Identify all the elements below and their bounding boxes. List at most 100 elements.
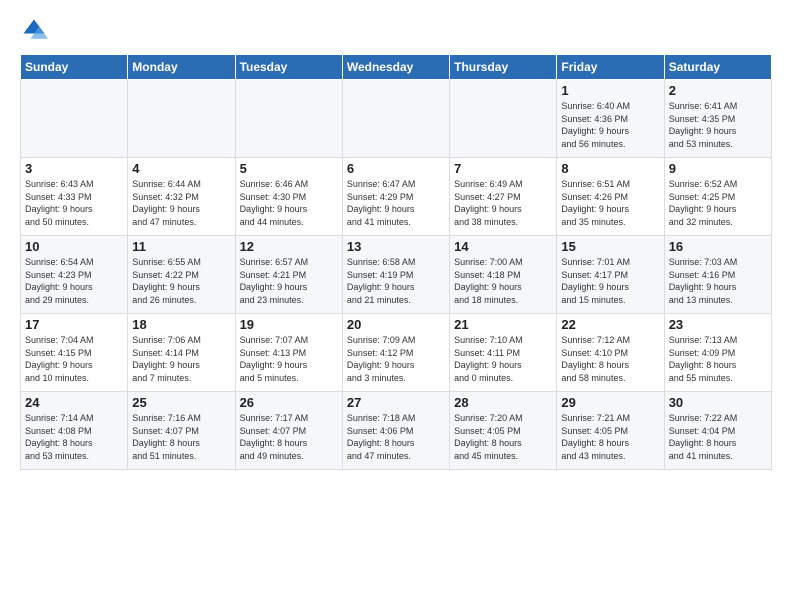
day-number: 10 <box>25 239 123 254</box>
day-number: 18 <box>132 317 230 332</box>
day-info: Sunrise: 6:47 AM Sunset: 4:29 PM Dayligh… <box>347 178 445 228</box>
calendar-cell: 30 Sunrise: 7:22 AM Sunset: 4:04 PM Dayli… <box>664 392 771 470</box>
day-number: 19 <box>240 317 338 332</box>
calendar-week-2: 3 Sunrise: 6:43 AM Sunset: 4:33 PM Daylig… <box>21 158 772 236</box>
calendar-cell: 28Sunrise: 7:20 AM Sunset: 4:05 PM Dayli… <box>450 392 557 470</box>
calendar-cell: 23Sunrise: 7:13 AM Sunset: 4:09 PM Dayli… <box>664 314 771 392</box>
calendar-body: 1 Sunrise: 6:40 AM Sunset: 4:36 PM Daylig… <box>21 80 772 470</box>
day-info: Sunrise: 6:40 AM Sunset: 4:36 PM Dayligh… <box>561 100 659 150</box>
calendar-cell: 7 Sunrise: 6:49 AM Sunset: 4:27 PM Daylig… <box>450 158 557 236</box>
calendar-cell: 15 Sunrise: 7:01 AM Sunset: 4:17 PM Dayli… <box>557 236 664 314</box>
calendar-week-3: 10 Sunrise: 6:54 AM Sunset: 4:23 PM Dayli… <box>21 236 772 314</box>
day-number: 9 <box>669 161 767 176</box>
logo <box>20 16 52 44</box>
logo-icon <box>20 16 48 44</box>
day-info: Sunrise: 6:41 AM Sunset: 4:35 PM Dayligh… <box>669 100 767 150</box>
calendar-cell: 4Sunrise: 6:44 AM Sunset: 4:32 PM Daylig… <box>128 158 235 236</box>
calendar-header-row: SundayMondayTuesdayWednesdayThursdayFrid… <box>21 55 772 80</box>
weekday-header-wednesday: Wednesday <box>342 55 449 80</box>
day-info: Sunrise: 7:03 AM Sunset: 4:16 PM Dayligh… <box>669 256 767 306</box>
calendar-cell: 14Sunrise: 7:00 AM Sunset: 4:18 PM Dayli… <box>450 236 557 314</box>
page: SundayMondayTuesdayWednesdayThursdayFrid… <box>0 0 792 612</box>
calendar-cell: 9 Sunrise: 6:52 AM Sunset: 4:25 PM Daylig… <box>664 158 771 236</box>
day-number: 29 <box>561 395 659 410</box>
day-number: 6 <box>347 161 445 176</box>
day-info: Sunrise: 6:49 AM Sunset: 4:27 PM Dayligh… <box>454 178 552 228</box>
day-info: Sunrise: 7:09 AM Sunset: 4:12 PM Dayligh… <box>347 334 445 384</box>
day-number: 3 <box>25 161 123 176</box>
weekday-header-sunday: Sunday <box>21 55 128 80</box>
calendar-week-5: 24 Sunrise: 7:14 AM Sunset: 4:08 PM Dayli… <box>21 392 772 470</box>
day-number: 20 <box>347 317 445 332</box>
day-info: Sunrise: 6:58 AM Sunset: 4:19 PM Dayligh… <box>347 256 445 306</box>
weekday-header-thursday: Thursday <box>450 55 557 80</box>
calendar-cell: 10 Sunrise: 6:54 AM Sunset: 4:23 PM Dayli… <box>21 236 128 314</box>
day-number: 17 <box>25 317 123 332</box>
day-info: Sunrise: 6:46 AM Sunset: 4:30 PM Dayligh… <box>240 178 338 228</box>
day-info: Sunrise: 6:43 AM Sunset: 4:33 PM Dayligh… <box>25 178 123 228</box>
day-number: 24 <box>25 395 123 410</box>
calendar-cell: 3 Sunrise: 6:43 AM Sunset: 4:33 PM Daylig… <box>21 158 128 236</box>
day-number: 13 <box>347 239 445 254</box>
calendar-cell: 17 Sunrise: 7:04 AM Sunset: 4:15 PM Dayli… <box>21 314 128 392</box>
day-info: Sunrise: 7:07 AM Sunset: 4:13 PM Dayligh… <box>240 334 338 384</box>
day-number: 22 <box>561 317 659 332</box>
day-number: 14 <box>454 239 552 254</box>
calendar-cell: 19 Sunrise: 7:07 AM Sunset: 4:13 PM Dayli… <box>235 314 342 392</box>
day-number: 12 <box>240 239 338 254</box>
calendar-cell <box>21 80 128 158</box>
day-info: Sunrise: 7:22 AM Sunset: 4:04 PM Dayligh… <box>669 412 767 462</box>
calendar-cell: 21 Sunrise: 7:10 AM Sunset: 4:11 PM Dayli… <box>450 314 557 392</box>
day-info: Sunrise: 6:51 AM Sunset: 4:26 PM Dayligh… <box>561 178 659 228</box>
day-number: 15 <box>561 239 659 254</box>
day-info: Sunrise: 7:12 AM Sunset: 4:10 PM Dayligh… <box>561 334 659 384</box>
calendar-cell <box>235 80 342 158</box>
day-info: Sunrise: 7:06 AM Sunset: 4:14 PM Dayligh… <box>132 334 230 384</box>
day-info: Sunrise: 7:21 AM Sunset: 4:05 PM Dayligh… <box>561 412 659 462</box>
day-info: Sunrise: 7:20 AM Sunset: 4:05 PM Dayligh… <box>454 412 552 462</box>
day-number: 25 <box>132 395 230 410</box>
day-number: 1 <box>561 83 659 98</box>
day-info: Sunrise: 7:10 AM Sunset: 4:11 PM Dayligh… <box>454 334 552 384</box>
calendar-cell: 20 Sunrise: 7:09 AM Sunset: 4:12 PM Dayli… <box>342 314 449 392</box>
calendar-cell <box>342 80 449 158</box>
calendar-cell: 1 Sunrise: 6:40 AM Sunset: 4:36 PM Daylig… <box>557 80 664 158</box>
calendar-week-1: 1 Sunrise: 6:40 AM Sunset: 4:36 PM Daylig… <box>21 80 772 158</box>
calendar-cell: 6 Sunrise: 6:47 AM Sunset: 4:29 PM Daylig… <box>342 158 449 236</box>
calendar-cell <box>450 80 557 158</box>
day-number: 11 <box>132 239 230 254</box>
calendar-cell: 18 Sunrise: 7:06 AM Sunset: 4:14 PM Dayli… <box>128 314 235 392</box>
day-number: 30 <box>669 395 767 410</box>
day-number: 21 <box>454 317 552 332</box>
day-info: Sunrise: 6:52 AM Sunset: 4:25 PM Dayligh… <box>669 178 767 228</box>
day-info: Sunrise: 7:13 AM Sunset: 4:09 PM Dayligh… <box>669 334 767 384</box>
day-number: 4 <box>132 161 230 176</box>
calendar-cell: 11 Sunrise: 6:55 AM Sunset: 4:22 PM Dayli… <box>128 236 235 314</box>
day-number: 8 <box>561 161 659 176</box>
calendar-cell: 13 Sunrise: 6:58 AM Sunset: 4:19 PM Dayli… <box>342 236 449 314</box>
calendar-cell: 29 Sunrise: 7:21 AM Sunset: 4:05 PM Dayli… <box>557 392 664 470</box>
calendar-table: SundayMondayTuesdayWednesdayThursdayFrid… <box>20 54 772 470</box>
calendar-cell <box>128 80 235 158</box>
day-info: Sunrise: 7:01 AM Sunset: 4:17 PM Dayligh… <box>561 256 659 306</box>
weekday-header-saturday: Saturday <box>664 55 771 80</box>
day-number: 5 <box>240 161 338 176</box>
day-info: Sunrise: 7:14 AM Sunset: 4:08 PM Dayligh… <box>25 412 123 462</box>
calendar-week-4: 17 Sunrise: 7:04 AM Sunset: 4:15 PM Dayli… <box>21 314 772 392</box>
day-number: 27 <box>347 395 445 410</box>
day-info: Sunrise: 7:16 AM Sunset: 4:07 PM Dayligh… <box>132 412 230 462</box>
day-number: 7 <box>454 161 552 176</box>
day-info: Sunrise: 6:54 AM Sunset: 4:23 PM Dayligh… <box>25 256 123 306</box>
calendar-cell: 25 Sunrise: 7:16 AM Sunset: 4:07 PM Dayli… <box>128 392 235 470</box>
day-info: Sunrise: 6:55 AM Sunset: 4:22 PM Dayligh… <box>132 256 230 306</box>
calendar-cell: 2Sunrise: 6:41 AM Sunset: 4:35 PM Daylig… <box>664 80 771 158</box>
header <box>20 16 772 44</box>
day-number: 26 <box>240 395 338 410</box>
day-info: Sunrise: 7:04 AM Sunset: 4:15 PM Dayligh… <box>25 334 123 384</box>
weekday-header-monday: Monday <box>128 55 235 80</box>
weekday-header-tuesday: Tuesday <box>235 55 342 80</box>
day-info: Sunrise: 7:18 AM Sunset: 4:06 PM Dayligh… <box>347 412 445 462</box>
day-number: 16 <box>669 239 767 254</box>
calendar-cell: 16 Sunrise: 7:03 AM Sunset: 4:16 PM Dayli… <box>664 236 771 314</box>
weekday-header-friday: Friday <box>557 55 664 80</box>
